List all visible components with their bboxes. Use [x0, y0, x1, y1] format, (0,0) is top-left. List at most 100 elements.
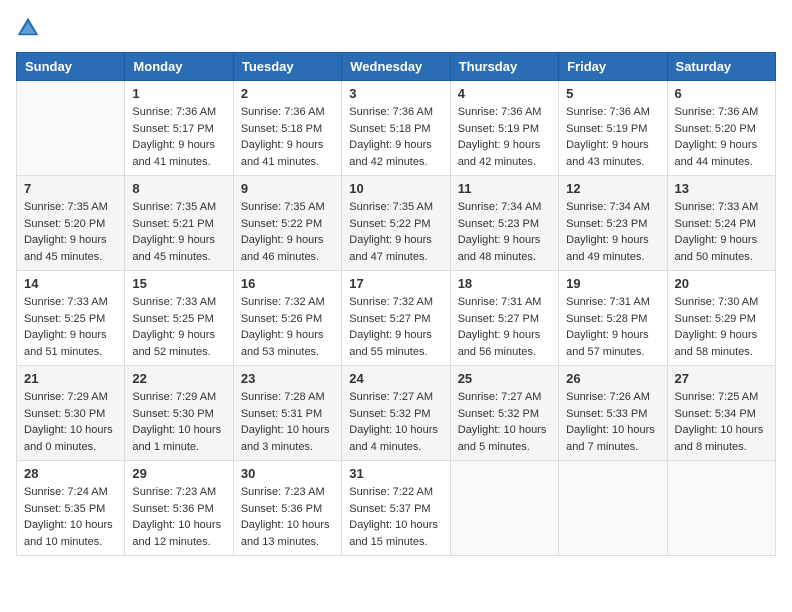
calendar-day-cell: 5 Sunrise: 7:36 AM Sunset: 5:19 PM Daylig…	[559, 81, 667, 176]
calendar-day-cell	[667, 461, 775, 556]
calendar-day-cell: 13 Sunrise: 7:33 AM Sunset: 5:24 PM Dayli…	[667, 176, 775, 271]
calendar-day-cell	[17, 81, 125, 176]
day-number: 12	[566, 181, 659, 196]
weekday-header-cell: Friday	[559, 53, 667, 81]
day-info: Sunrise: 7:36 AM Sunset: 5:19 PM Dayligh…	[458, 104, 551, 170]
day-info: Sunrise: 7:36 AM Sunset: 5:18 PM Dayligh…	[241, 104, 334, 170]
day-info: Sunrise: 7:36 AM Sunset: 5:17 PM Dayligh…	[132, 104, 225, 170]
day-number: 31	[349, 466, 442, 481]
calendar-day-cell: 12Sunrise: 7:34 AM Sunset: 5:23 PM Dayli…	[559, 176, 667, 271]
day-number: 13	[675, 181, 768, 196]
calendar-day-cell: 18Sunrise: 7:31 AM Sunset: 5:27 PM Dayli…	[450, 271, 558, 366]
day-number: 25	[458, 371, 551, 386]
calendar-day-cell: 21 Sunrise: 7:29 AM Sunset: 5:30 PM Dayli…	[17, 366, 125, 461]
calendar-day-cell: 29Sunrise: 7:23 AM Sunset: 5:36 PM Dayli…	[125, 461, 233, 556]
calendar-day-cell: 25Sunrise: 7:27 AM Sunset: 5:32 PM Dayli…	[450, 366, 558, 461]
calendar-week-row: 14 Sunrise: 7:33 AM Sunset: 5:25 PM Dayli…	[17, 271, 776, 366]
weekday-header-cell: Thursday	[450, 53, 558, 81]
day-info: Sunrise: 7:28 AM Sunset: 5:31 PM Dayligh…	[241, 389, 334, 455]
calendar-day-cell: 3 Sunrise: 7:36 AM Sunset: 5:18 PM Daylig…	[342, 81, 450, 176]
day-number: 4	[458, 86, 551, 101]
day-number: 11	[458, 181, 551, 196]
calendar-day-cell: 9 Sunrise: 7:35 AM Sunset: 5:22 PM Daylig…	[233, 176, 341, 271]
weekday-header-cell: Monday	[125, 53, 233, 81]
day-number: 1	[132, 86, 225, 101]
day-info: Sunrise: 7:22 AM Sunset: 5:37 PM Dayligh…	[349, 484, 442, 550]
page-header	[16, 16, 776, 40]
calendar-day-cell: 28Sunrise: 7:24 AM Sunset: 5:35 PM Dayli…	[17, 461, 125, 556]
day-number: 9	[241, 181, 334, 196]
calendar-day-cell: 6 Sunrise: 7:36 AM Sunset: 5:20 PM Daylig…	[667, 81, 775, 176]
day-info: Sunrise: 7:26 AM Sunset: 5:33 PM Dayligh…	[566, 389, 659, 455]
day-info: Sunrise: 7:34 AM Sunset: 5:23 PM Dayligh…	[458, 199, 551, 265]
calendar-table: SundayMondayTuesdayWednesdayThursdayFrid…	[16, 52, 776, 556]
weekday-header-cell: Wednesday	[342, 53, 450, 81]
day-info: Sunrise: 7:23 AM Sunset: 5:36 PM Dayligh…	[241, 484, 334, 550]
day-number: 27	[675, 371, 768, 386]
calendar-day-cell	[559, 461, 667, 556]
calendar-day-cell: 4 Sunrise: 7:36 AM Sunset: 5:19 PM Daylig…	[450, 81, 558, 176]
calendar-day-cell: 11 Sunrise: 7:34 AM Sunset: 5:23 PM Dayli…	[450, 176, 558, 271]
day-number: 22	[132, 371, 225, 386]
calendar-day-cell: 7 Sunrise: 7:35 AM Sunset: 5:20 PM Daylig…	[17, 176, 125, 271]
calendar-day-cell: 10 Sunrise: 7:35 AM Sunset: 5:22 PM Dayli…	[342, 176, 450, 271]
day-info: Sunrise: 7:33 AM Sunset: 5:25 PM Dayligh…	[24, 294, 117, 360]
calendar-day-cell: 27 Sunrise: 7:25 AM Sunset: 5:34 PM Dayli…	[667, 366, 775, 461]
calendar-day-cell: 24 Sunrise: 7:27 AM Sunset: 5:32 PM Dayli…	[342, 366, 450, 461]
day-info: Sunrise: 7:36 AM Sunset: 5:19 PM Dayligh…	[566, 104, 659, 170]
day-info: Sunrise: 7:33 AM Sunset: 5:24 PM Dayligh…	[675, 199, 768, 265]
day-number: 26	[566, 371, 659, 386]
day-number: 16	[241, 276, 334, 291]
day-info: Sunrise: 7:25 AM Sunset: 5:34 PM Dayligh…	[675, 389, 768, 455]
calendar-day-cell	[450, 461, 558, 556]
day-number: 10	[349, 181, 442, 196]
calendar-week-row: 1 Sunrise: 7:36 AM Sunset: 5:17 PM Daylig…	[17, 81, 776, 176]
day-number: 7	[24, 181, 117, 196]
calendar-day-cell: 30Sunrise: 7:23 AM Sunset: 5:36 PM Dayli…	[233, 461, 341, 556]
day-info: Sunrise: 7:32 AM Sunset: 5:27 PM Dayligh…	[349, 294, 442, 360]
calendar-week-row: 28Sunrise: 7:24 AM Sunset: 5:35 PM Dayli…	[17, 461, 776, 556]
calendar-week-row: 21 Sunrise: 7:29 AM Sunset: 5:30 PM Dayli…	[17, 366, 776, 461]
calendar-day-cell: 8Sunrise: 7:35 AM Sunset: 5:21 PM Daylig…	[125, 176, 233, 271]
day-info: Sunrise: 7:36 AM Sunset: 5:18 PM Dayligh…	[349, 104, 442, 170]
day-number: 17	[349, 276, 442, 291]
calendar-day-cell: 26 Sunrise: 7:26 AM Sunset: 5:33 PM Dayli…	[559, 366, 667, 461]
logo-icon	[16, 16, 40, 40]
day-number: 24	[349, 371, 442, 386]
day-number: 19	[566, 276, 659, 291]
calendar-day-cell: 16Sunrise: 7:32 AM Sunset: 5:26 PM Dayli…	[233, 271, 341, 366]
day-info: Sunrise: 7:30 AM Sunset: 5:29 PM Dayligh…	[675, 294, 768, 360]
day-number: 6	[675, 86, 768, 101]
day-number: 23	[241, 371, 334, 386]
weekday-header-cell: Sunday	[17, 53, 125, 81]
day-info: Sunrise: 7:33 AM Sunset: 5:25 PM Dayligh…	[132, 294, 225, 360]
day-number: 14	[24, 276, 117, 291]
day-info: Sunrise: 7:24 AM Sunset: 5:35 PM Dayligh…	[24, 484, 117, 550]
day-number: 18	[458, 276, 551, 291]
weekday-header-row: SundayMondayTuesdayWednesdayThursdayFrid…	[17, 53, 776, 81]
calendar-day-cell: 15 Sunrise: 7:33 AM Sunset: 5:25 PM Dayli…	[125, 271, 233, 366]
weekday-header-cell: Saturday	[667, 53, 775, 81]
day-info: Sunrise: 7:29 AM Sunset: 5:30 PM Dayligh…	[24, 389, 117, 455]
calendar-day-cell: 17 Sunrise: 7:32 AM Sunset: 5:27 PM Dayli…	[342, 271, 450, 366]
day-info: Sunrise: 7:36 AM Sunset: 5:20 PM Dayligh…	[675, 104, 768, 170]
day-info: Sunrise: 7:35 AM Sunset: 5:22 PM Dayligh…	[241, 199, 334, 265]
day-info: Sunrise: 7:35 AM Sunset: 5:22 PM Dayligh…	[349, 199, 442, 265]
day-number: 29	[132, 466, 225, 481]
day-info: Sunrise: 7:29 AM Sunset: 5:30 PM Dayligh…	[132, 389, 225, 455]
day-info: Sunrise: 7:35 AM Sunset: 5:20 PM Dayligh…	[24, 199, 117, 265]
calendar-day-cell: 19 Sunrise: 7:31 AM Sunset: 5:28 PM Dayli…	[559, 271, 667, 366]
weekday-header-cell: Tuesday	[233, 53, 341, 81]
day-number: 3	[349, 86, 442, 101]
day-number: 20	[675, 276, 768, 291]
calendar-day-cell: 1 Sunrise: 7:36 AM Sunset: 5:17 PM Daylig…	[125, 81, 233, 176]
day-number: 21	[24, 371, 117, 386]
logo	[16, 16, 44, 40]
day-number: 15	[132, 276, 225, 291]
day-info: Sunrise: 7:31 AM Sunset: 5:28 PM Dayligh…	[566, 294, 659, 360]
calendar-day-cell: 31 Sunrise: 7:22 AM Sunset: 5:37 PM Dayli…	[342, 461, 450, 556]
day-info: Sunrise: 7:27 AM Sunset: 5:32 PM Dayligh…	[349, 389, 442, 455]
day-number: 2	[241, 86, 334, 101]
day-number: 5	[566, 86, 659, 101]
calendar-week-row: 7 Sunrise: 7:35 AM Sunset: 5:20 PM Daylig…	[17, 176, 776, 271]
